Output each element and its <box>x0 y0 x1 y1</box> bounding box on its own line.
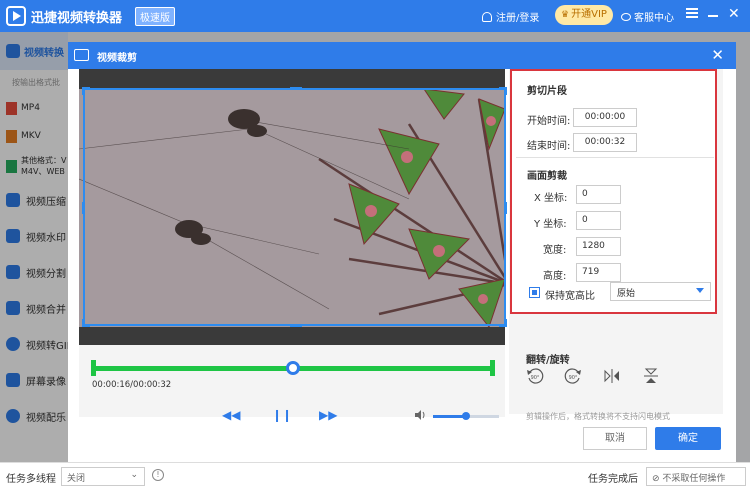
close-app-icon[interactable]: ✕ <box>728 6 740 22</box>
segment-title: 剪切片段 <box>527 86 567 97</box>
flip-vertical-icon[interactable] <box>642 367 660 385</box>
cancel-button[interactable]: 取消 <box>583 427 647 450</box>
login-link[interactable]: 注册/登录 <box>482 9 539 24</box>
clock-icon: ⊘ <box>652 474 663 484</box>
app-edition-badge: 极速版 <box>135 7 175 26</box>
bottom-bar: 任务多线程 关闭 ⌄ ! 任务完成后 ⊘ 不采取任何操作 <box>0 462 750 490</box>
y-label: Y 坐标: <box>534 219 567 230</box>
rewind-icon[interactable]: ◀◀ <box>222 408 240 422</box>
trim-end-handle[interactable] <box>490 360 495 376</box>
video-icon <box>74 49 89 61</box>
width-label: 宽度: <box>543 245 567 256</box>
app-title: 迅捷视频转换器 <box>31 11 123 26</box>
volume-knob[interactable] <box>462 412 470 420</box>
crop-handle-top-left[interactable] <box>82 87 90 95</box>
start-time-label: 开始时间: <box>527 116 571 127</box>
after-task-value: 不采取任何操作 <box>662 474 726 484</box>
rotate-right-label: 90° <box>569 375 578 381</box>
crop-rectangle[interactable] <box>82 87 507 327</box>
volume-slider[interactable] <box>433 412 499 420</box>
vip-label: 开通VIP <box>571 9 607 20</box>
video-frame <box>79 69 507 345</box>
height-input[interactable]: 719 <box>576 263 621 282</box>
playhead[interactable] <box>286 361 300 375</box>
end-time-input[interactable]: 00:00:32 <box>573 133 637 152</box>
rotate-right-icon[interactable]: 90° <box>564 367 582 385</box>
ratio-value: 原始 <box>617 289 636 299</box>
close-icon[interactable]: ✕ <box>711 46 724 64</box>
height-label: 高度: <box>543 271 567 282</box>
trim-start-handle[interactable] <box>91 360 96 376</box>
start-time-input[interactable]: 00:00:00 <box>573 108 637 127</box>
crop-handle-bottom-left[interactable] <box>82 319 90 327</box>
multithread-label: 任务多线程 <box>6 474 56 485</box>
multithread-value: 关闭 <box>67 474 86 484</box>
ratio-select[interactable]: 原始 <box>610 282 711 301</box>
end-time-label: 结束时间: <box>527 141 571 152</box>
help-icon[interactable]: ! <box>152 469 164 481</box>
multithread-select[interactable]: 关闭 ⌄ <box>61 467 145 486</box>
login-label: 注册/登录 <box>496 13 540 24</box>
crown-icon: ♛ <box>561 10 570 20</box>
width-input[interactable]: 1280 <box>576 237 621 256</box>
service-label: 客服中心 <box>634 13 674 24</box>
settings-panel: 剪切片段 开始时间: 00:00:00 结束时间: 00:00:32 画面剪裁 … <box>509 69 723 421</box>
time-display: 00:00:16/00:00:32 <box>92 380 172 390</box>
fast-forward-icon[interactable]: ▶▶ <box>319 408 337 422</box>
user-icon <box>482 12 492 22</box>
app-logo-icon <box>6 6 26 26</box>
crop-settings-highlight: 剪切片段 开始时间: 00:00:00 结束时间: 00:00:32 画面剪裁 … <box>510 69 717 314</box>
pause-icon[interactable]: ❙❙ <box>272 408 292 422</box>
minimize-icon[interactable] <box>708 15 718 17</box>
rotate-left-label: 90° <box>531 375 540 381</box>
after-task-label: 任务完成后 <box>588 474 638 485</box>
crop-handle-bottom-right[interactable] <box>499 319 507 327</box>
lightning-mode-note: 剪辑操作后，格式转换将不支持闪电模式 <box>526 412 670 421</box>
volume-icon[interactable] <box>415 410 426 420</box>
menu-icon[interactable] <box>686 8 698 18</box>
x-label: X 坐标: <box>534 193 568 204</box>
crop-handle-top-right[interactable] <box>499 87 507 95</box>
flip-horizontal-icon[interactable] <box>603 367 621 385</box>
video-crop-dialog: 视频裁剪 ✕ 00:00:16/00:00:32 ◀◀ ❙❙ ▶▶ 剪切片段 开… <box>68 42 736 462</box>
chat-icon <box>621 13 631 21</box>
video-preview-area: 00:00:16/00:00:32 ◀◀ ❙❙ ▶▶ <box>79 69 507 422</box>
chevron-down-icon: ⌄ <box>130 470 138 480</box>
x-input[interactable]: 0 <box>576 185 621 204</box>
after-task-select[interactable]: ⊘ 不采取任何操作 <box>646 467 746 486</box>
crop-handle-bottom[interactable] <box>290 324 302 327</box>
crop-handle-top[interactable] <box>290 87 302 90</box>
crop-handle-right[interactable] <box>504 202 507 214</box>
crop-handle-left[interactable] <box>82 202 85 214</box>
crop-title: 画面剪裁 <box>527 171 567 182</box>
rotate-title: 翻转/旋转 <box>526 355 570 366</box>
keep-ratio-label: 保持宽高比 <box>545 291 595 302</box>
keep-ratio-checkbox[interactable] <box>529 287 540 298</box>
dialog-header: 视频裁剪 ✕ <box>68 42 736 69</box>
dialog-title: 视频裁剪 <box>97 53 137 64</box>
vip-button[interactable]: ♛ 开通VIP <box>555 5 613 25</box>
title-bar: 迅捷视频转换器 极速版 注册/登录 ♛ 开通VIP 客服中心 ✕ <box>0 0 750 32</box>
trim-timeline[interactable] <box>91 360 495 376</box>
ok-button[interactable]: 确定 <box>655 427 721 450</box>
chevron-down-icon <box>696 288 704 293</box>
section-divider <box>516 157 714 158</box>
customer-service-link[interactable]: 客服中心 <box>621 9 674 24</box>
rotate-left-icon[interactable]: 90° <box>526 367 544 385</box>
y-input[interactable]: 0 <box>576 211 621 230</box>
